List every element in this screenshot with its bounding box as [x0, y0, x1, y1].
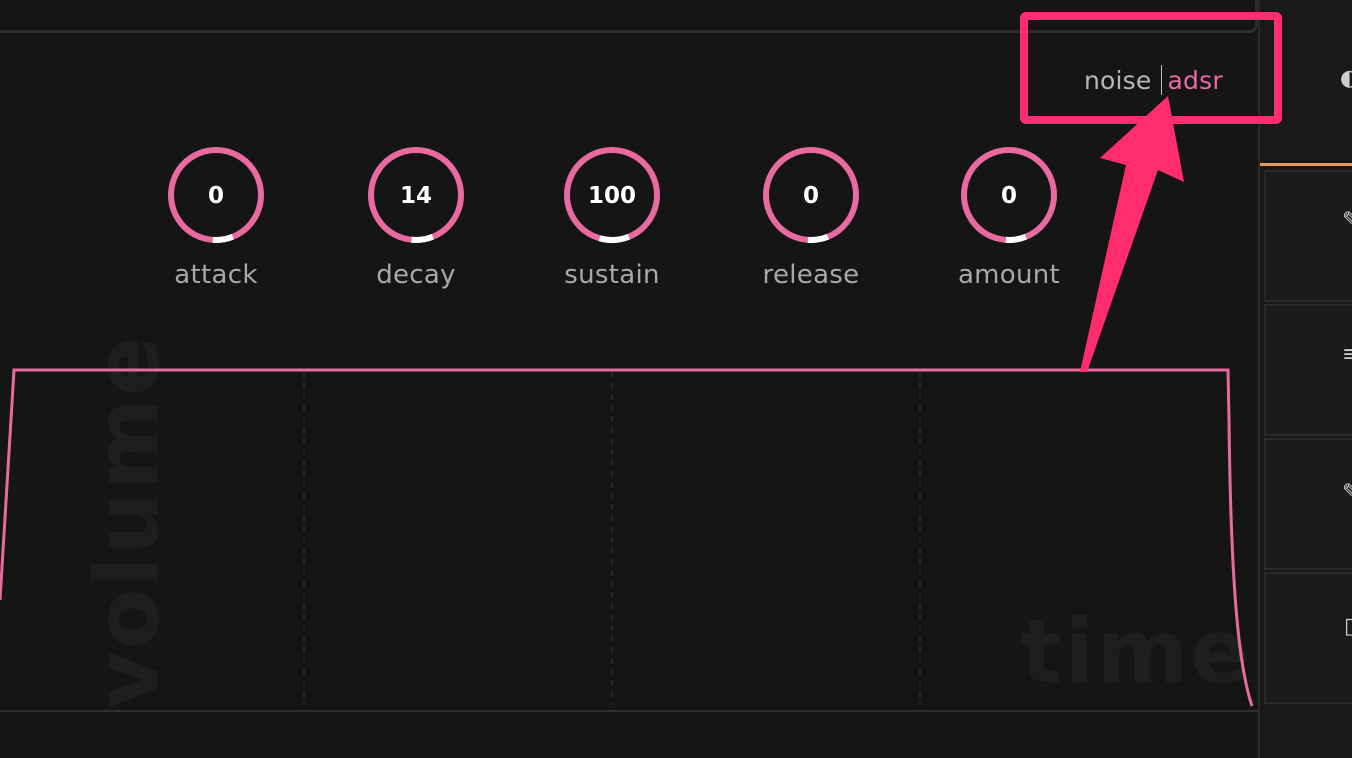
- knob-indicator: [411, 233, 434, 243]
- knob-attack-label: attack: [174, 260, 258, 290]
- knob-decay[interactable]: 14 decay: [356, 144, 476, 294]
- knob-indicator: [212, 233, 234, 243]
- sidebar-tab-5[interactable]: ▯: [1264, 572, 1352, 704]
- knob-sustain-value: 100: [587, 183, 636, 209]
- knob-amount-value: 0: [1000, 183, 1017, 209]
- envelope-plot-svg: [0, 368, 1254, 707]
- knob-amount[interactable]: 0 amount: [949, 144, 1069, 294]
- bottom-divider: [0, 710, 1258, 712]
- knob-decay-label: decay: [376, 260, 456, 290]
- sidebar-tab-4[interactable]: ✎: [1264, 438, 1352, 570]
- knob-release[interactable]: 0 release: [751, 144, 871, 294]
- knob-sustain[interactable]: 100 sustain: [552, 144, 672, 294]
- adsr-editor: noise adsr 0 attack 14 decay 100 sustain…: [0, 0, 1352, 758]
- pencil-icon: ✎: [1342, 208, 1352, 233]
- knob-indicator: [1005, 233, 1027, 243]
- sidebar-tab-3[interactable]: ≡: [1264, 304, 1352, 436]
- knob-attack[interactable]: 0 attack: [156, 144, 276, 294]
- sidebar-tab-2[interactable]: ✎: [1264, 170, 1352, 302]
- eye-icon: ◐: [1340, 66, 1352, 91]
- envelope-curve[interactable]: [0, 368, 1254, 707]
- knob-attack-value: 0: [207, 183, 224, 209]
- file-icon: ▯: [1344, 614, 1352, 639]
- knob-indicator: [598, 233, 630, 243]
- menu-icon: ≡: [1342, 342, 1352, 367]
- knob-release-value: 0: [802, 183, 819, 209]
- knob-sustain-label: sustain: [564, 260, 660, 290]
- pencil-icon: ✎: [1342, 480, 1352, 505]
- knob-indicator: [807, 233, 829, 243]
- annotation-highlight-box: [1020, 12, 1282, 124]
- knob-decay-value: 14: [399, 183, 432, 209]
- knob-amount-label: amount: [957, 260, 1061, 290]
- knob-release-label: release: [762, 260, 860, 290]
- envelope-plot[interactable]: [0, 300, 1258, 710]
